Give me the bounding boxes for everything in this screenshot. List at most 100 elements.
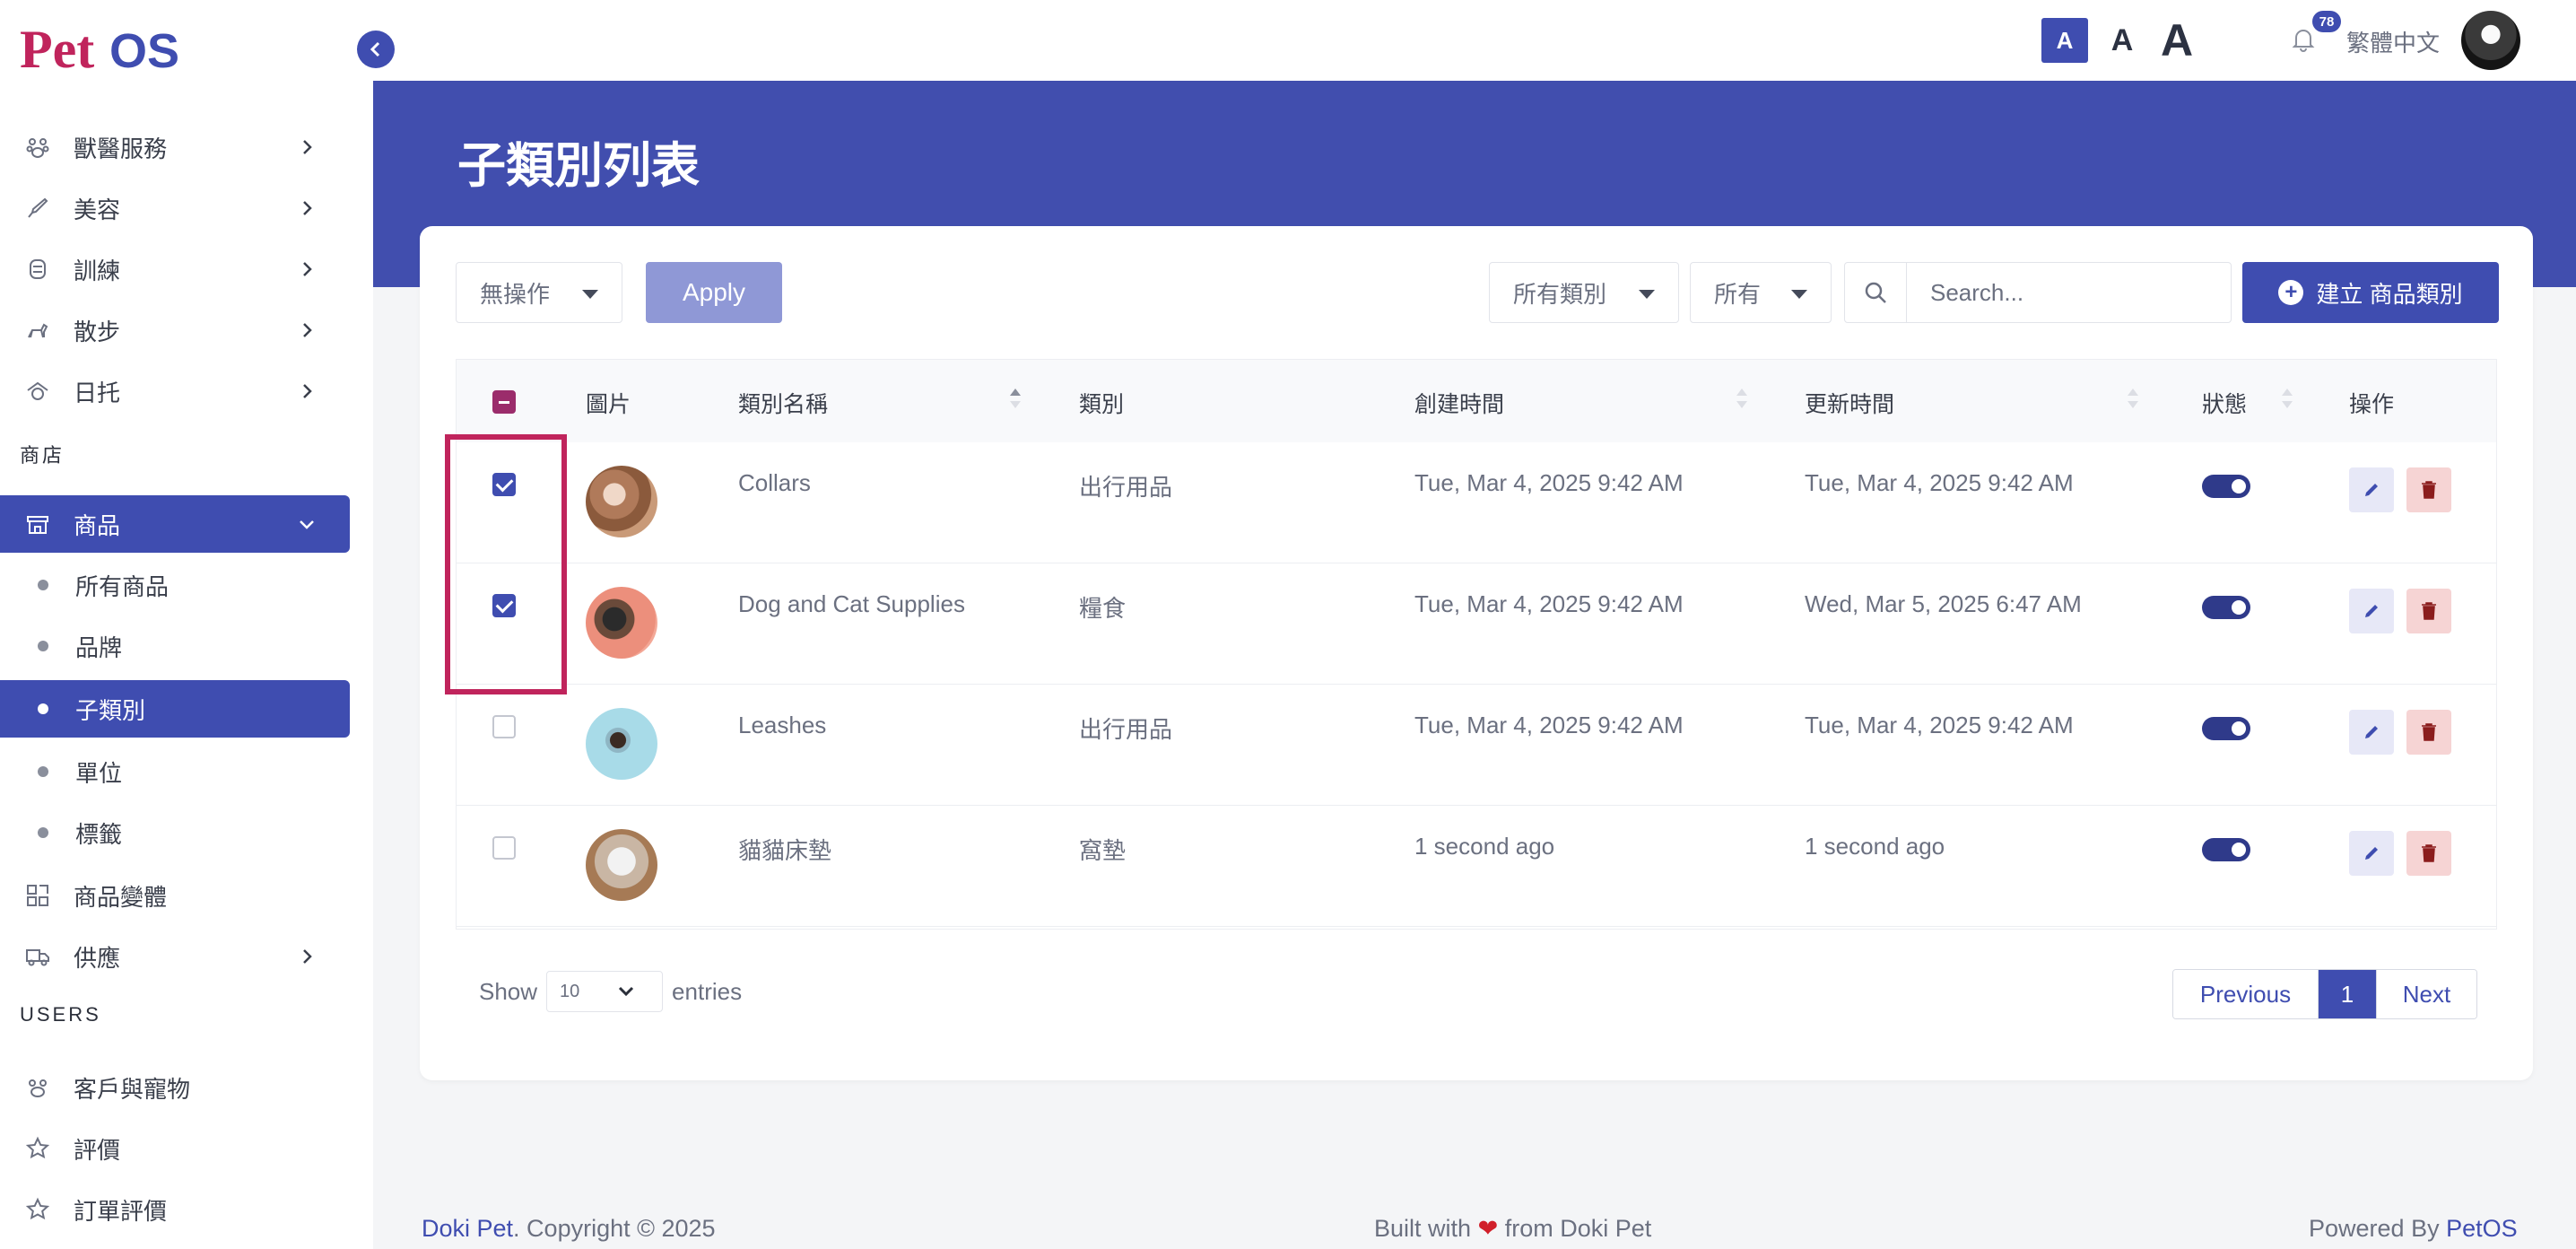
column-header-created[interactable]: 創建時間 — [1414, 387, 1504, 419]
category-type: 糧食 — [1079, 595, 1127, 622]
font-size-small-button[interactable]: A — [2041, 18, 2088, 63]
column-header-updated[interactable]: 更新時間 — [1805, 387, 1894, 419]
caret-down-icon — [582, 290, 598, 299]
chevron-right-icon — [303, 140, 312, 154]
sidebar-sub-units[interactable]: 單位 — [0, 743, 350, 800]
notification-badge: 78 — [2312, 11, 2341, 32]
status-toggle[interactable] — [2202, 596, 2250, 619]
sidebar-item-customers-pets[interactable]: 客戶與寵物 — [0, 1059, 350, 1116]
page-size-value: 10 — [560, 981, 580, 1001]
font-size-large-button[interactable]: A — [2154, 15, 2199, 66]
sidebar-sub-brands[interactable]: 品牌 — [0, 617, 350, 675]
footer-brand-link[interactable]: Doki Pet — [422, 1215, 513, 1242]
bulk-action-select[interactable]: 無操作 — [456, 262, 622, 323]
category-type: 出行用品 — [1079, 474, 1173, 501]
delete-button[interactable] — [2406, 831, 2451, 876]
sidebar-collapse-button[interactable] — [357, 31, 395, 68]
sidebar-sub-subcategories[interactable]: 子類別 — [0, 680, 350, 738]
status-toggle[interactable] — [2202, 838, 2250, 861]
sidebar-item-label: 獸醫服務 — [74, 135, 168, 162]
status-toggle[interactable] — [2202, 475, 2250, 498]
petos-logo[interactable]: Pet OS — [20, 18, 192, 83]
current-page-button[interactable]: 1 — [2319, 970, 2376, 1018]
sidebar-item-grooming[interactable]: 美容 — [0, 179, 350, 237]
updated-time: Tue, Mar 4, 2025 9:42 AM — [1805, 469, 2074, 496]
edit-button[interactable] — [2349, 831, 2394, 876]
font-size-medium-button[interactable]: A — [2104, 18, 2140, 63]
trash-icon — [2422, 481, 2436, 499]
updated-time: 1 second ago — [1805, 833, 1945, 860]
delete-button[interactable] — [2406, 467, 2451, 512]
page-size-control: Show 10 entries — [479, 971, 742, 1012]
sidebar-item-label: 評價 — [74, 1136, 121, 1164]
svg-text:Pet: Pet — [20, 21, 94, 79]
sidebar-item-order-reviews[interactable]: 訂單評價 — [0, 1181, 350, 1238]
column-header-name[interactable]: 類別名稱 — [738, 387, 828, 419]
page-size-select[interactable]: 10 — [546, 971, 664, 1012]
bulk-action-value: 無操作 — [480, 280, 551, 308]
edit-button[interactable] — [2349, 589, 2394, 633]
pencil-icon — [2365, 847, 2378, 860]
chevron-right-icon — [303, 949, 312, 964]
category-name: Dog and Cat Supplies — [738, 590, 965, 617]
entries-label: entries — [672, 977, 743, 1005]
select-all-checkbox[interactable] — [492, 390, 516, 414]
sidebar-sub-tags[interactable]: 標籤 — [0, 804, 350, 861]
table-row: Leashes 出行用品 Tue, Mar 4, 2025 9:42 AM Tu… — [457, 685, 2496, 806]
category-image — [586, 587, 657, 659]
search-input[interactable] — [1907, 263, 2231, 322]
sidebar-item-walking[interactable]: 散步 — [0, 301, 350, 359]
sidebar-item-label: 供應 — [74, 944, 121, 972]
sort-icon[interactable] — [2281, 385, 2293, 412]
sort-icon[interactable] — [2127, 385, 2139, 412]
delete-button[interactable] — [2406, 710, 2451, 755]
next-page-button[interactable]: Next — [2376, 970, 2476, 1018]
sidebar-sub-all-products[interactable]: 所有商品 — [0, 556, 350, 614]
table-header: 圖片 類別名稱 類別 創建時間 更新時間 狀態 操作 — [457, 360, 2496, 442]
selection-highlight-box — [445, 434, 567, 694]
sidebar-item-variants[interactable]: 商品變體 — [0, 867, 350, 924]
edit-button[interactable] — [2349, 710, 2394, 755]
plus-circle-icon: + — [2278, 280, 2304, 305]
avatar[interactable] — [2461, 11, 2520, 70]
sidebar-item-label: 美容 — [74, 196, 121, 223]
footer-petos-link[interactable]: PetOS — [2446, 1215, 2518, 1242]
sort-icon[interactable] — [1009, 385, 1022, 412]
page-title: 子類別列表 — [457, 139, 700, 193]
language-switcher[interactable]: 繁體中文 — [2346, 25, 2440, 58]
sidebar-item-reviews[interactable]: 評價 — [0, 1120, 350, 1177]
footer-built-with: Built with ❤ from Doki Pet — [1374, 1215, 1651, 1243]
row-checkbox[interactable] — [492, 715, 516, 738]
sidebar-item-vet[interactable]: 獸醫服務 — [0, 118, 350, 176]
table-row: Collars 出行用品 Tue, Mar 4, 2025 9:42 AM Tu… — [457, 442, 2496, 563]
column-header-status[interactable]: 狀態 — [2202, 387, 2247, 419]
sidebar-item-products[interactable]: 商品 — [0, 495, 350, 553]
bell-icon[interactable] — [2289, 25, 2318, 54]
trash-icon — [2422, 602, 2436, 620]
sidebar-item-supply[interactable]: 供應 — [0, 928, 350, 985]
category-filter-select[interactable]: 所有類別 — [1489, 262, 1679, 323]
pencil-icon — [2365, 726, 2378, 738]
status-toggle[interactable] — [2202, 717, 2250, 740]
search-box — [1844, 262, 2232, 323]
chevron-left-icon — [370, 41, 380, 57]
caret-down-icon — [1791, 290, 1807, 299]
sidebar-item-training[interactable]: 訓練 — [0, 240, 350, 298]
delete-button[interactable] — [2406, 589, 2451, 633]
status-filter-select[interactable]: 所有 — [1690, 262, 1832, 323]
star-icon — [23, 1195, 52, 1224]
truck-icon — [23, 942, 52, 971]
subcategory-table: 圖片 類別名稱 類別 創建時間 更新時間 狀態 操作 Collars 出行用品 … — [456, 359, 2497, 930]
previous-page-button[interactable]: Previous — [2173, 970, 2319, 1018]
chevron-right-icon — [303, 384, 312, 398]
apply-button[interactable]: Apply — [646, 262, 782, 323]
sort-icon[interactable] — [1736, 385, 1748, 412]
edit-button[interactable] — [2349, 467, 2394, 512]
row-checkbox[interactable] — [492, 836, 516, 860]
sidebar-sub-label: 所有商品 — [75, 572, 170, 600]
sidebar-item-daycare[interactable]: 日托 — [0, 362, 350, 420]
create-category-button[interactable]: + 建立 商品類別 — [2242, 262, 2499, 323]
sidebar-item-label: 商品 — [74, 511, 121, 539]
sidebar-sub-label: 標籤 — [75, 820, 123, 848]
dog-walk-icon — [23, 316, 52, 345]
